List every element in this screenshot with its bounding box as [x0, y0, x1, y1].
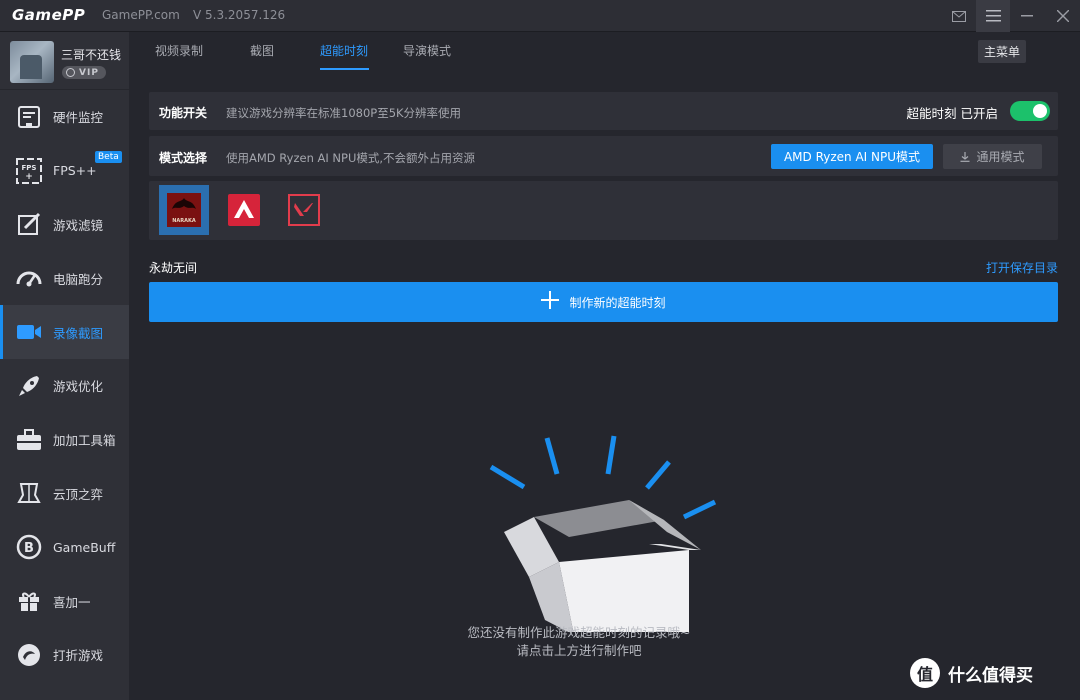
watermark-text: 什么值得买	[948, 665, 1033, 686]
empty-box-icon	[489, 435, 717, 632]
switch-status: 超能时刻 已开启	[906, 106, 998, 121]
sidebar-item-toolbox[interactable]: 加加工具箱	[0, 413, 129, 467]
tab-highlight-moments[interactable]: 超能时刻	[320, 42, 368, 59]
mode-description: 使用AMD Ryzen AI NPU模式,不会额外占用资源	[226, 151, 476, 165]
sidebar-item-game-optimize[interactable]: 游戏优化	[0, 359, 129, 413]
sidebar-item-label: 喜加一	[53, 594, 91, 610]
username: 三哥不还钱	[61, 48, 122, 62]
tab-director-mode[interactable]: 导演模式	[403, 42, 451, 59]
user-profile[interactable]: 三哥不还钱 VIP	[0, 32, 129, 90]
vip-badge: VIP	[62, 66, 106, 79]
apex-icon	[228, 194, 260, 226]
feature-switch-row: 功能开关 建议游戏分辨率在标准1080P至5K分辨率使用 超能时刻 已开启	[149, 92, 1058, 130]
gift-icon	[16, 588, 42, 614]
app-version: V 5.3.2057.126	[193, 8, 286, 22]
mode-label: 模式选择	[159, 151, 208, 165]
game-apex[interactable]	[219, 185, 269, 235]
beta-badge: Beta	[95, 150, 122, 163]
rocket-icon	[16, 373, 42, 399]
gamebuff-icon: B	[16, 534, 42, 560]
hardware-monitor-icon	[16, 104, 42, 130]
feature-toggle[interactable]	[1010, 101, 1050, 121]
plus-icon	[541, 290, 560, 314]
tft-icon	[16, 480, 42, 506]
benchmark-gauge-icon	[16, 265, 42, 291]
section-game-title: 永劫无间	[149, 261, 198, 275]
sidebar-item-gamebuff[interactable]: B GameBuff	[0, 520, 129, 574]
empty-message-line1: 您还没有制作此游戏超能时刻的记录哦~	[467, 625, 691, 640]
sidebar-item-fps[interactable]: FPS + FPS++ Beta	[0, 144, 129, 198]
game-valorant[interactable]	[279, 185, 329, 235]
app-logo: GamePP	[12, 6, 86, 24]
svg-text:+: +	[25, 172, 33, 182]
download-icon	[960, 151, 970, 162]
fps-icon: FPS +	[16, 157, 42, 184]
minimize-button[interactable]	[1010, 0, 1044, 32]
sidebar-item-game-filter[interactable]: 游戏滤镜	[0, 198, 129, 252]
sidebar-item-label: 电脑跑分	[53, 271, 104, 287]
video-camera-icon	[16, 319, 42, 345]
create-highlight-button[interactable]: 制作新的超能时刻	[149, 282, 1058, 322]
empty-message-line2: 请点击上方进行制作吧	[516, 643, 642, 658]
mode-select-row: 模式选择 使用AMD Ryzen AI NPU模式,不会额外占用资源 AMD R…	[149, 136, 1058, 176]
tab-video-recording[interactable]: 视频录制	[155, 42, 203, 59]
main-menu-tooltip: 主菜单	[978, 40, 1027, 63]
game-naraka[interactable]: NARAKA	[159, 185, 209, 235]
sidebar-item-label: 云顶之弈	[53, 486, 104, 502]
game-filter-icon	[16, 211, 42, 237]
sidebar-item-label: GameBuff	[53, 539, 116, 555]
general-mode-label: 通用模式	[976, 150, 1025, 164]
tab-bar: 视频录制 截图 超能时刻 导演模式	[129, 32, 1080, 70]
sidebar-item-recording[interactable]: 录像截图	[0, 305, 129, 359]
title-bar: GamePP GamePP.com V 5.3.2057.126	[0, 0, 1080, 32]
sidebar: 三哥不还钱 VIP 硬件监控 FPS + FPS++ Beta 游戏滤镜 电脑跑分…	[0, 32, 129, 700]
active-tab-indicator	[320, 68, 369, 70]
switch-label: 功能开关	[159, 106, 208, 120]
sidebar-item-discount-games[interactable]: 打折游戏	[0, 628, 129, 682]
vip-dot-icon	[66, 68, 75, 77]
mail-icon[interactable]	[942, 0, 976, 32]
main-content: 视频录制 截图 超能时刻 导演模式 功能开关 建议游戏分辨率在标准1080P至5…	[129, 32, 1080, 700]
naraka-icon: NARAKA	[167, 193, 201, 227]
svg-text:B: B	[24, 541, 34, 556]
sidebar-item-label: 硬件监控	[53, 110, 104, 126]
avatar[interactable]	[10, 41, 54, 83]
sidebar-item-benchmark[interactable]: 电脑跑分	[0, 251, 129, 305]
sidebar-item-label: 加加工具箱	[53, 433, 116, 449]
discount-icon	[16, 642, 42, 668]
watermark: 值 什么值得买	[910, 658, 1033, 688]
toolbox-icon	[16, 427, 42, 453]
sidebar-item-label: 游戏优化	[53, 379, 104, 395]
sidebar-item-hardware-monitor[interactable]: 硬件监控	[0, 90, 129, 144]
create-button-label: 制作新的超能时刻	[569, 295, 666, 310]
watermark-badge: 值	[910, 658, 940, 688]
svg-text:FPS: FPS	[22, 164, 37, 172]
game-select-row: NARAKA	[149, 181, 1058, 240]
tab-screenshot[interactable]: 截图	[250, 42, 274, 59]
sidebar-item-label: 打折游戏	[53, 648, 104, 664]
sidebar-item-label: 游戏滤镜	[53, 217, 104, 233]
sidebar-item-label: FPS++	[53, 163, 97, 179]
sidebar-item-label: 录像截图	[53, 325, 104, 341]
main-menu-button[interactable]	[976, 0, 1010, 32]
open-save-folder-link[interactable]: 打开保存目录	[986, 259, 1058, 276]
sidebar-item-tft[interactable]: 云顶之弈	[0, 467, 129, 521]
vip-label: VIP	[79, 67, 99, 78]
switch-description: 建议游戏分辨率在标准1080P至5K分辨率使用	[226, 106, 462, 120]
site-url: GamePP.com	[102, 8, 180, 22]
general-mode-button[interactable]: 通用模式	[943, 144, 1042, 169]
amd-npu-mode-button[interactable]: AMD Ryzen AI NPU模式	[771, 144, 933, 169]
naraka-text: NARAKA	[172, 218, 196, 224]
valorant-icon	[288, 194, 320, 226]
close-button[interactable]	[1046, 0, 1080, 32]
sidebar-item-free-games[interactable]: 喜加一	[0, 574, 129, 628]
